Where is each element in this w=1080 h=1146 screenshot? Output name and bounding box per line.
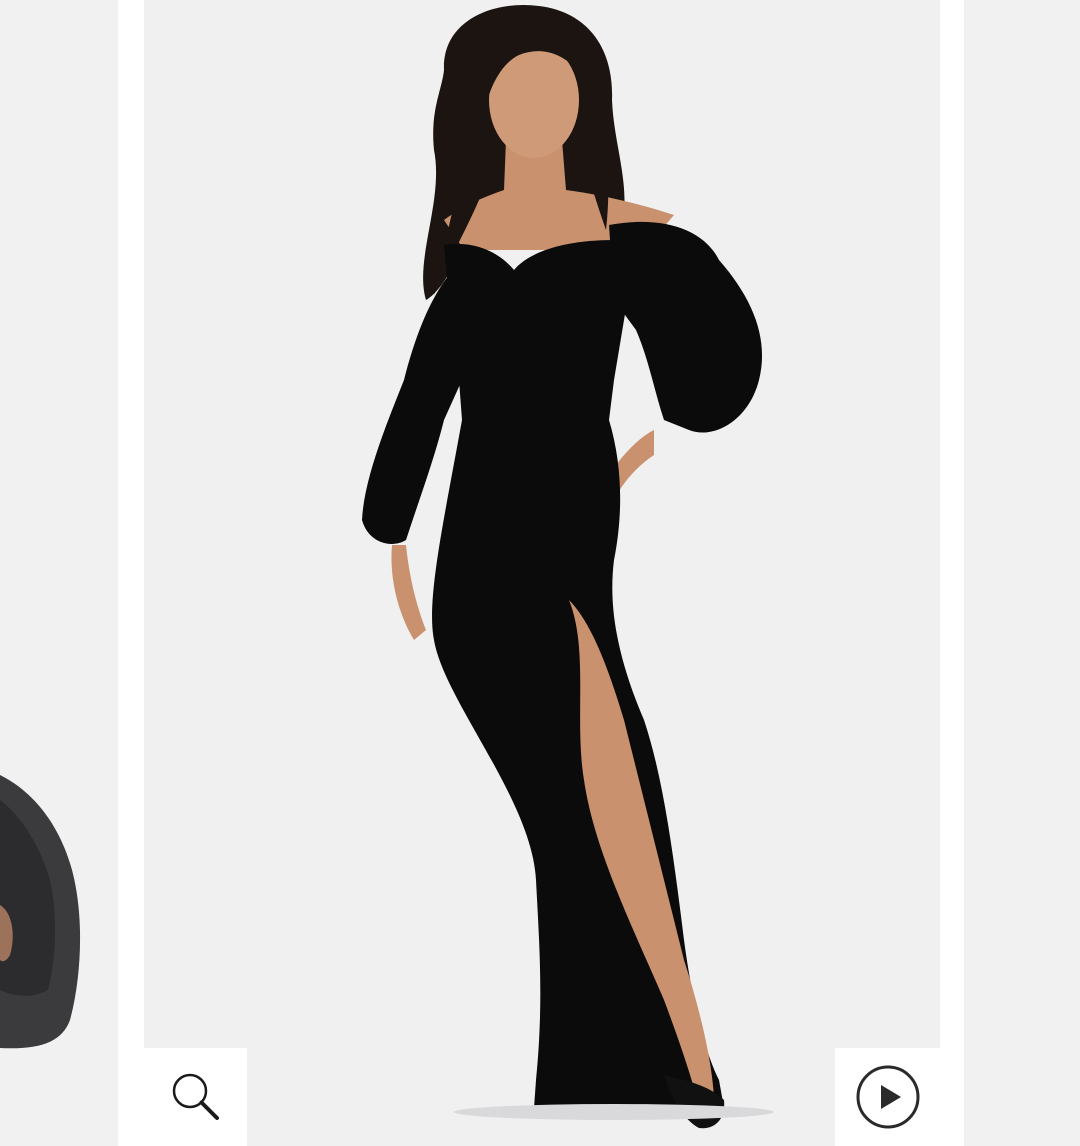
magnifier-icon bbox=[172, 1073, 219, 1120]
product-image-carousel[interactable] bbox=[0, 0, 1080, 1146]
next-slide[interactable] bbox=[964, 0, 1080, 1146]
play-video-button[interactable] bbox=[835, 1048, 940, 1146]
current-slide[interactable] bbox=[144, 0, 940, 1146]
zoom-button[interactable] bbox=[144, 1048, 247, 1146]
previous-slide[interactable] bbox=[0, 0, 118, 1146]
play-circle-icon bbox=[856, 1065, 919, 1129]
slide-gap-left bbox=[118, 0, 144, 1146]
next-slide-image bbox=[964, 0, 1080, 1146]
slide-gap-right bbox=[940, 0, 964, 1146]
current-slide-image bbox=[144, 0, 940, 1146]
previous-slide-image bbox=[0, 0, 118, 1146]
